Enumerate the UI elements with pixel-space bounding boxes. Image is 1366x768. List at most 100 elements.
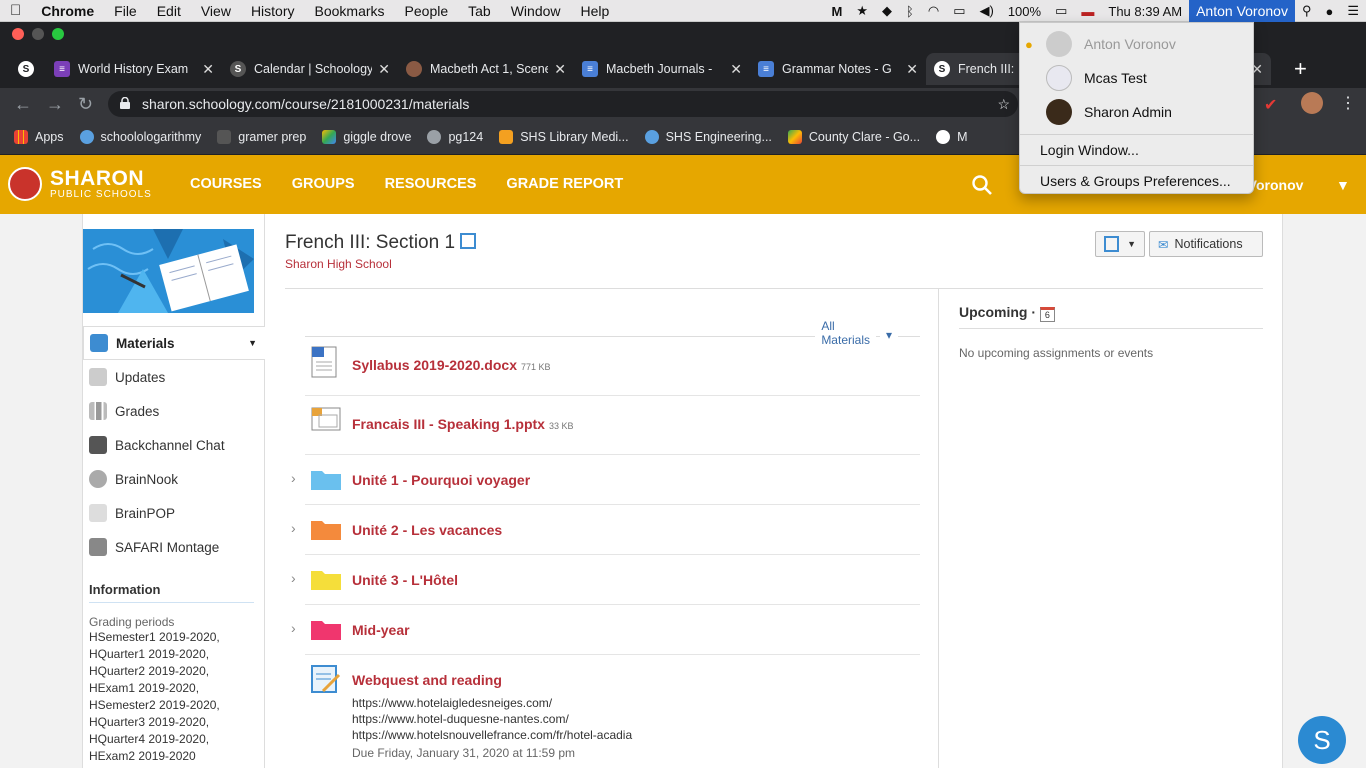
sidebar-item-brainpop[interactable]: BrainPOP [83,496,265,530]
menu-users-groups-prefs[interactable]: Users & Groups Preferences... [1020,166,1253,196]
tab-grammar-notes[interactable]: ≡ Grammar Notes - G ✕ [750,53,926,85]
menu-help[interactable]: Help [571,3,620,19]
course-school[interactable]: Sharon High School [285,257,392,271]
menubar-clock[interactable]: Thu 8:39 AM [1101,4,1189,19]
tab-macbeth-journals[interactable]: ≡ Macbeth Journals - ✕ [574,53,750,85]
bluetooth-icon[interactable]: ᛒ [899,4,921,19]
nav-courses[interactable]: COURSES [190,176,262,192]
list-item[interactable]: › Unité 3 - L'Hôtel [291,555,920,605]
chrome-menu-icon[interactable]: ⋮ [1340,93,1356,113]
list-item[interactable]: Webquest and reading https://www.hotelai… [305,655,920,768]
caret-down-icon[interactable]: ▼ [248,338,257,348]
user-switcher[interactable]: Anton Voronov [1189,0,1295,22]
menu-window[interactable]: Window [501,3,571,19]
nav-resources[interactable]: RESOURCES [385,176,477,192]
close-tab-icon[interactable]: ✕ [906,61,918,78]
new-tab-button[interactable]: + [1294,56,1307,82]
minimize-window-button[interactable] [32,28,44,40]
schoology-help-button[interactable]: S [1298,716,1346,764]
expand-chevron-icon[interactable]: › [291,520,296,536]
tab-calendar[interactable]: S Calendar | Schoology ✕ [222,53,398,85]
spotlight-icon[interactable]: ⚲ [1295,3,1319,19]
list-item[interactable]: › Unité 2 - Les vacances [291,505,920,555]
nav-grade-report[interactable]: GRADE REPORT [506,176,623,192]
chevron-down-icon[interactable]: ▼ [1336,177,1350,193]
menu-file[interactable]: File [104,3,147,19]
forward-button[interactable]: → [46,94,64,115]
menu-account-mcas[interactable]: Mcas Test [1020,63,1253,93]
pinned-tab-schoology[interactable]: S [0,53,46,85]
bookmark-apps[interactable]: Apps [0,130,72,144]
zoom-window-button[interactable] [52,28,64,40]
reload-button[interactable]: ↻ [78,94,93,115]
folder-title[interactable]: Unité 2 - Les vacances [352,522,502,538]
extension-check-icon[interactable]: ✔ [1264,95,1277,115]
list-item[interactable]: › Unité 1 - Pourquoi voyager [291,455,920,505]
menu-app-name[interactable]: Chrome [31,3,104,19]
bookmark-star-icon[interactable]: ☆ [997,91,1010,117]
search-icon[interactable] [971,174,993,196]
back-button[interactable]: ← [14,94,32,115]
menu-history[interactable]: History [241,3,305,19]
menu-bookmarks[interactable]: Bookmarks [305,3,395,19]
battery-percent[interactable]: 100% [1001,4,1048,19]
omnibox[interactable]: sharon.schoology.com/course/2181000231/m… [108,91,1018,117]
flag-icon[interactable]: ▬ [1074,4,1101,19]
menu-login-window[interactable]: Login Window... [1020,135,1253,165]
bookmark-pg124[interactable]: pg124 [419,130,491,144]
assignment-title[interactable]: Webquest and reading [352,672,502,688]
course-options-button[interactable]: ▼ [1095,231,1145,257]
material-title[interactable]: Syllabus 2019-2020.docx 771 KB [352,357,551,373]
material-title[interactable]: Francais III - Speaking 1.pptx 33 KB [352,416,573,432]
list-item[interactable]: Syllabus 2019-2020.docx 771 KB [305,337,920,396]
expand-chevron-icon[interactable]: › [291,620,296,636]
tab-macbeth-act[interactable]: Macbeth Act 1, Scene ✕ [398,53,574,85]
bookmark-shs-library[interactable]: SHS Library Medi... [491,130,636,144]
notification-center-icon[interactable]: ☰ [1340,3,1366,19]
menu-view[interactable]: View [191,3,241,19]
folder-title[interactable]: Mid-year [352,622,410,638]
menu-account-sharon-admin[interactable]: Sharon Admin [1020,97,1253,127]
star-icon[interactable]: ★ [849,3,875,19]
bookmark-giggle-drove[interactable]: giggle drove [314,130,419,144]
apple-icon[interactable]:  [0,2,31,19]
wifi-icon[interactable]: ◠ [921,3,946,19]
bookmark-shs-engineering[interactable]: SHS Engineering... [637,130,780,144]
expand-chevron-icon[interactable]: › [291,470,296,486]
nav-groups[interactable]: GROUPS [292,176,355,192]
bookmark-m[interactable]: M [928,130,975,144]
close-window-button[interactable] [12,28,24,40]
profile-avatar[interactable] [1301,92,1323,114]
bookmark-gramer-prep[interactable]: gramer prep [209,130,314,144]
calendar-icon[interactable]: 6 [1039,307,1055,322]
dropbox-icon[interactable]: ◆ [875,3,899,19]
expand-chevron-icon[interactable]: › [291,570,296,586]
airplay-icon[interactable]: ▭ [946,3,972,19]
battery-icon[interactable]: ▭ [1048,3,1074,19]
folder-title[interactable]: Unité 3 - L'Hôtel [352,572,458,588]
close-tab-icon[interactable]: ✕ [554,61,566,78]
bookmark-schoolologarithmy[interactable]: schoolologarithmy [72,130,210,144]
status-m-icon[interactable]: M [825,4,850,19]
sidebar-item-backchannel[interactable]: Backchannel Chat [83,428,265,462]
menu-edit[interactable]: Edit [147,3,191,19]
close-tab-icon[interactable]: ✕ [378,61,390,78]
list-item[interactable]: Francais III - Speaking 1.pptx 33 KB [305,396,920,455]
volume-icon[interactable]: ◀) [973,3,1001,19]
siri-icon[interactable]: ● [1318,4,1340,19]
tab-world-history[interactable]: ≡ World History Exam ✕ [46,53,222,85]
list-item[interactable]: › Mid-year [291,605,920,655]
sidebar-item-updates[interactable]: Updates [83,360,265,394]
menu-tab[interactable]: Tab [458,3,501,19]
sidebar-item-grades[interactable]: Grades [83,394,265,428]
bookmark-county-clare[interactable]: County Clare - Go... [780,130,928,144]
district-logo[interactable]: SHARON PUBLIC SCHOOLS [8,167,152,201]
sidebar-item-safari[interactable]: SAFARI Montage [83,530,265,564]
sidebar-item-brainnook[interactable]: BrainNook [83,462,265,496]
close-tab-icon[interactable]: ✕ [730,61,742,78]
sidebar-item-materials[interactable]: Materials ▼ [83,326,265,360]
menu-people[interactable]: People [395,3,459,19]
folder-title[interactable]: Unité 1 - Pourquoi voyager [352,472,530,488]
close-tab-icon[interactable]: ✕ [202,61,214,78]
notifications-button[interactable]: ✉ Notifications [1149,231,1263,257]
